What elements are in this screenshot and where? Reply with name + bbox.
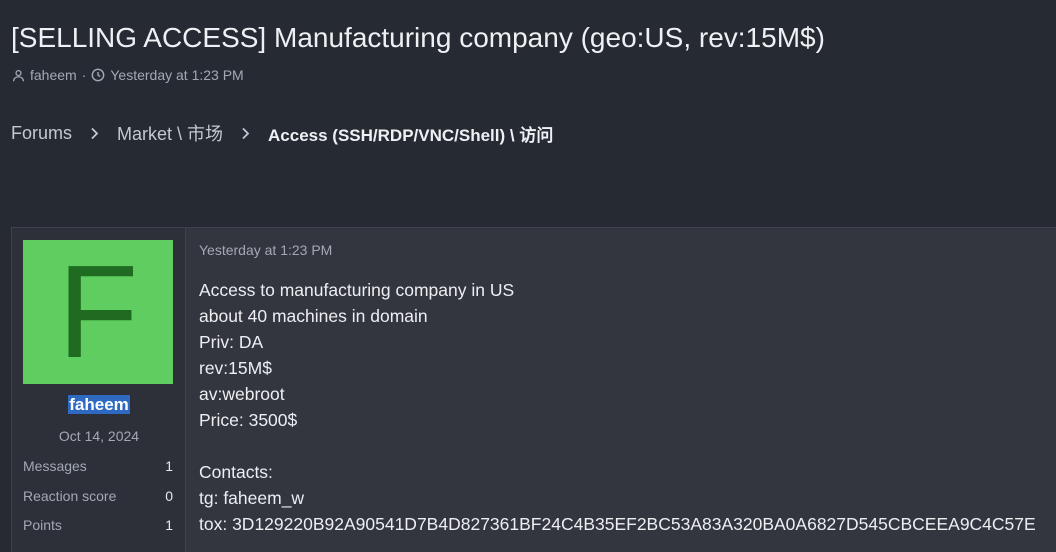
thread-author-link[interactable]: faheem <box>30 67 77 83</box>
message-line: about 40 machines in domain <box>199 306 428 326</box>
user-stats: Messages 1 Reaction score 0 Points 1 <box>23 456 173 545</box>
message-content: Yesterday at 1:23 PM Access to manufactu… <box>199 242 1046 537</box>
thread-date-link[interactable]: Yesterday at 1:23 PM <box>110 67 243 83</box>
stat-points: Points 1 <box>23 517 173 533</box>
chevron-right-icon <box>241 127 250 140</box>
stat-messages: Messages 1 <box>23 458 173 474</box>
clock-icon <box>91 68 105 82</box>
message-line: Price: 3500$ <box>199 410 298 430</box>
breadcrumb-access[interactable]: Access (SSH/RDP/VNC/Shell) \ 访问 <box>268 121 553 146</box>
message-body: Access to manufacturing company in US ab… <box>199 277 1046 537</box>
stat-reaction-score: Reaction score 0 <box>23 487 173 504</box>
message-line: Priv: DA <box>199 332 264 352</box>
username: faheem <box>12 395 186 415</box>
breadcrumb-market[interactable]: Market \ 市场 <box>117 120 223 146</box>
chevron-right-icon <box>90 127 99 140</box>
message-line: rev:15M$ <box>199 358 272 378</box>
breadcrumb-forums[interactable]: Forums <box>11 123 72 144</box>
username-link[interactable]: faheem <box>68 395 130 414</box>
message-line: tox: 3D129220B92A90541D7B4D827361BF24C4B… <box>199 514 1036 534</box>
post-user-cell: F faheem Oct 14, 2024 Messages 1 Reactio… <box>12 228 186 552</box>
message-line: Access to manufacturing company in US <box>199 280 515 300</box>
message-line: tg: faheem_w <box>199 488 305 508</box>
post: F faheem Oct 14, 2024 Messages 1 Reactio… <box>11 227 1056 552</box>
user-icon <box>12 69 25 82</box>
message-line: av:webroot <box>199 384 285 404</box>
message-line: Contacts: <box>199 462 273 482</box>
meta-separator: · <box>81 67 87 83</box>
post-date-link[interactable]: Yesterday at 1:23 PM <box>199 242 332 258</box>
thread-meta: faheem · Yesterday at 1:23 PM <box>12 67 244 83</box>
breadcrumb: Forums Market \ 市场 Access (SSH/RDP/VNC/S… <box>11 120 553 146</box>
message-line <box>199 433 1046 459</box>
join-date: Oct 14, 2024 <box>58 428 140 444</box>
avatar[interactable]: F <box>23 240 173 384</box>
thread-title: [SELLING ACCESS] Manufacturing company (… <box>11 22 825 53</box>
